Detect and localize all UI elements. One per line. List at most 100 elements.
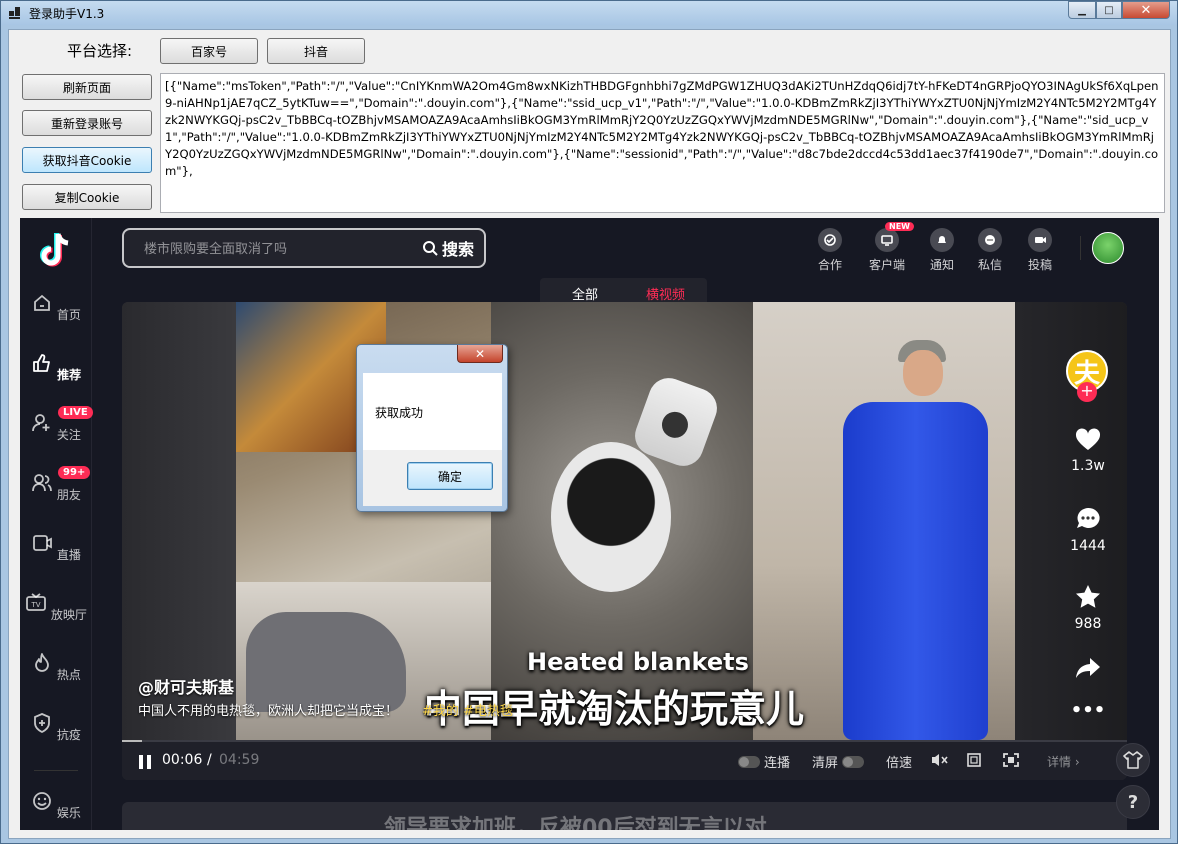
detail-link[interactable]: 详情 › <box>1047 753 1080 770</box>
more-icon: ••• <box>1070 700 1106 721</box>
cooperate-icon <box>818 228 842 252</box>
speed-label: 倍速 <box>886 756 913 771</box>
new-badge: NEW <box>885 222 914 231</box>
sidebar-item-live[interactable]: 直播 <box>20 532 92 563</box>
dialog-message: 获取成功 <box>375 406 424 420</box>
home-icon <box>34 294 50 311</box>
comment-button[interactable]: 1444 <box>1062 506 1114 554</box>
topbar-label: 客户端 <box>868 258 905 272</box>
next-video-preview[interactable]: 领导要求加班，反被00后怼到无言以对 <box>122 802 1127 830</box>
title-bar[interactable]: 登录助手V1.3 ▁ □ ✕ <box>1 1 1177 25</box>
shield-plus-icon <box>34 713 50 734</box>
topbar-label: 通知 <box>929 258 954 272</box>
copy-cookie-button[interactable]: 复制Cookie <box>22 184 152 210</box>
thumbs-up-icon <box>32 354 50 372</box>
autoplay-switch <box>738 755 760 768</box>
live-badge: LIVE <box>58 406 93 419</box>
topbar-client[interactable]: 客户端 NEW <box>867 222 914 273</box>
search-input[interactable] <box>144 239 404 259</box>
cookie-textbox[interactable]: [{"Name":"msToken","Path":"/","Value":"C… <box>160 73 1165 213</box>
refresh-page-button[interactable]: 刷新页面 <box>22 74 152 100</box>
douyin-button[interactable]: 抖音 <box>267 38 365 64</box>
video-player[interactable]: Heated blankets 中国早就淘汰的玩意儿 @财可夫斯基 中国人不用的… <box>122 302 1127 780</box>
maximize-button[interactable]: □ <box>1096 1 1122 19</box>
get-cookie-button[interactable]: 获取抖音Cookie <box>22 147 152 173</box>
dialog-close-button[interactable]: ✕ <box>457 345 503 363</box>
share-button[interactable] <box>1062 656 1114 686</box>
svg-text:TV: TV <box>31 601 41 609</box>
sidebar-item-label: 抗疫 <box>56 728 81 742</box>
friends-icon <box>32 474 52 492</box>
user-avatar[interactable] <box>1092 232 1124 264</box>
like-button[interactable]: 1.3w <box>1062 428 1114 474</box>
relogin-button[interactable]: 重新登录账号 <box>22 110 152 136</box>
more-button[interactable]: ••• <box>1062 700 1114 721</box>
search-box: 搜索 <box>122 228 486 268</box>
follow-icon <box>32 414 50 432</box>
video-author[interactable]: @财可夫斯基 <box>138 674 234 698</box>
man-head <box>903 350 943 396</box>
video-description: 中国人不用的电热毯，欧洲人却把它当成宝！ <box>138 704 399 719</box>
speed-button[interactable]: 倍速 <box>886 752 912 771</box>
help-button[interactable]: ? <box>1116 785 1150 819</box>
sidebar-item-recommend[interactable]: 推荐 <box>20 352 92 383</box>
sidebar-item-label: 关注 <box>56 428 81 442</box>
app-window: 登录助手V1.3 ▁ □ ✕ 平台选择: 百家号 抖音 刷新页面 重新登录账号 … <box>0 0 1178 844</box>
window-title: 登录助手V1.3 <box>29 7 105 21</box>
search-icon <box>423 241 438 256</box>
theme-button[interactable] <box>1116 743 1150 777</box>
topbar-label: 投稿 <box>1027 258 1052 272</box>
close-icon: ✕ <box>474 346 486 361</box>
douyin-logo-icon[interactable] <box>38 230 74 270</box>
sidebar-item-hot[interactable]: 热点 <box>20 652 92 683</box>
heart-icon <box>1075 428 1101 450</box>
pause-icon[interactable] <box>138 754 152 770</box>
like-count: 1.3w <box>1071 458 1105 474</box>
minimize-button[interactable]: ▁ <box>1068 1 1096 19</box>
upload-icon <box>1028 228 1052 252</box>
dialog-body: 获取成功 <box>363 373 502 450</box>
grey-blanket <box>246 612 406 712</box>
sidebar-item-label: 直播 <box>56 548 81 562</box>
baijiahao-button[interactable]: 百家号 <box>160 38 258 64</box>
sidebar-item-home[interactable]: 首页 <box>20 292 92 323</box>
flame-icon <box>35 653 49 672</box>
sidebar-item-follow[interactable]: 关注 LIVE <box>20 406 93 443</box>
favorite-button[interactable]: 988 <box>1062 584 1114 632</box>
sidebar-item-theater[interactable]: TV 放映厅 <box>20 592 92 623</box>
follow-plus-button[interactable]: + <box>1077 382 1097 402</box>
comment-icon <box>1077 507 1100 528</box>
search-button[interactable]: 搜索 <box>422 236 474 260</box>
topbar-divider <box>1080 236 1081 260</box>
topbar-label: 合作 <box>817 258 842 272</box>
time-separator: / <box>207 752 212 768</box>
douyin-sidebar: 首页 推荐 关注 LIVE 朋友 99+ 直播 TV 放映厅 热点 抗疫 娱乐 <box>20 218 93 830</box>
clear-screen-toggle[interactable]: 清屏 <box>812 752 865 771</box>
webfullscreen-button[interactable] <box>966 752 982 768</box>
topbar-cooperate[interactable]: 合作 <box>810 228 850 273</box>
autoplay-label: 连播 <box>764 756 791 771</box>
autoplay-toggle[interactable]: 连播 <box>738 752 790 771</box>
progress-fill <box>122 740 143 742</box>
topbar-message[interactable]: 私信 <box>970 228 1010 273</box>
sidebar-item-epidemic[interactable]: 抗疫 <box>20 712 92 743</box>
tab-horizontal[interactable]: 横视频 <box>646 284 685 303</box>
minimize-icon: ▁ <box>1078 4 1086 16</box>
share-icon <box>1076 658 1100 678</box>
total-time: 04:59 <box>219 752 260 768</box>
mute-icon <box>932 754 948 766</box>
search-button-label: 搜索 <box>442 240 475 259</box>
sidebar-item-entertainment[interactable]: 娱乐 <box>20 790 92 821</box>
fullscreen-button[interactable] <box>1002 752 1020 768</box>
close-button[interactable]: ✕ <box>1122 1 1170 19</box>
sidebar-item-friends[interactable]: 朋友 99+ <box>20 466 92 503</box>
video-tags[interactable]: #我的 #电热毯 <box>422 700 513 719</box>
volume-button[interactable] <box>930 752 950 768</box>
tab-all[interactable]: 全部 <box>572 284 598 303</box>
fullscreen-icon <box>1003 753 1019 767</box>
topbar-notify[interactable]: 通知 <box>922 228 962 273</box>
topbar-upload[interactable]: 投稿 <box>1020 228 1060 273</box>
dialog-ok-button[interactable]: 确定 <box>407 462 493 490</box>
question-icon: ? <box>1127 791 1139 813</box>
progress-bar[interactable] <box>122 740 1127 742</box>
